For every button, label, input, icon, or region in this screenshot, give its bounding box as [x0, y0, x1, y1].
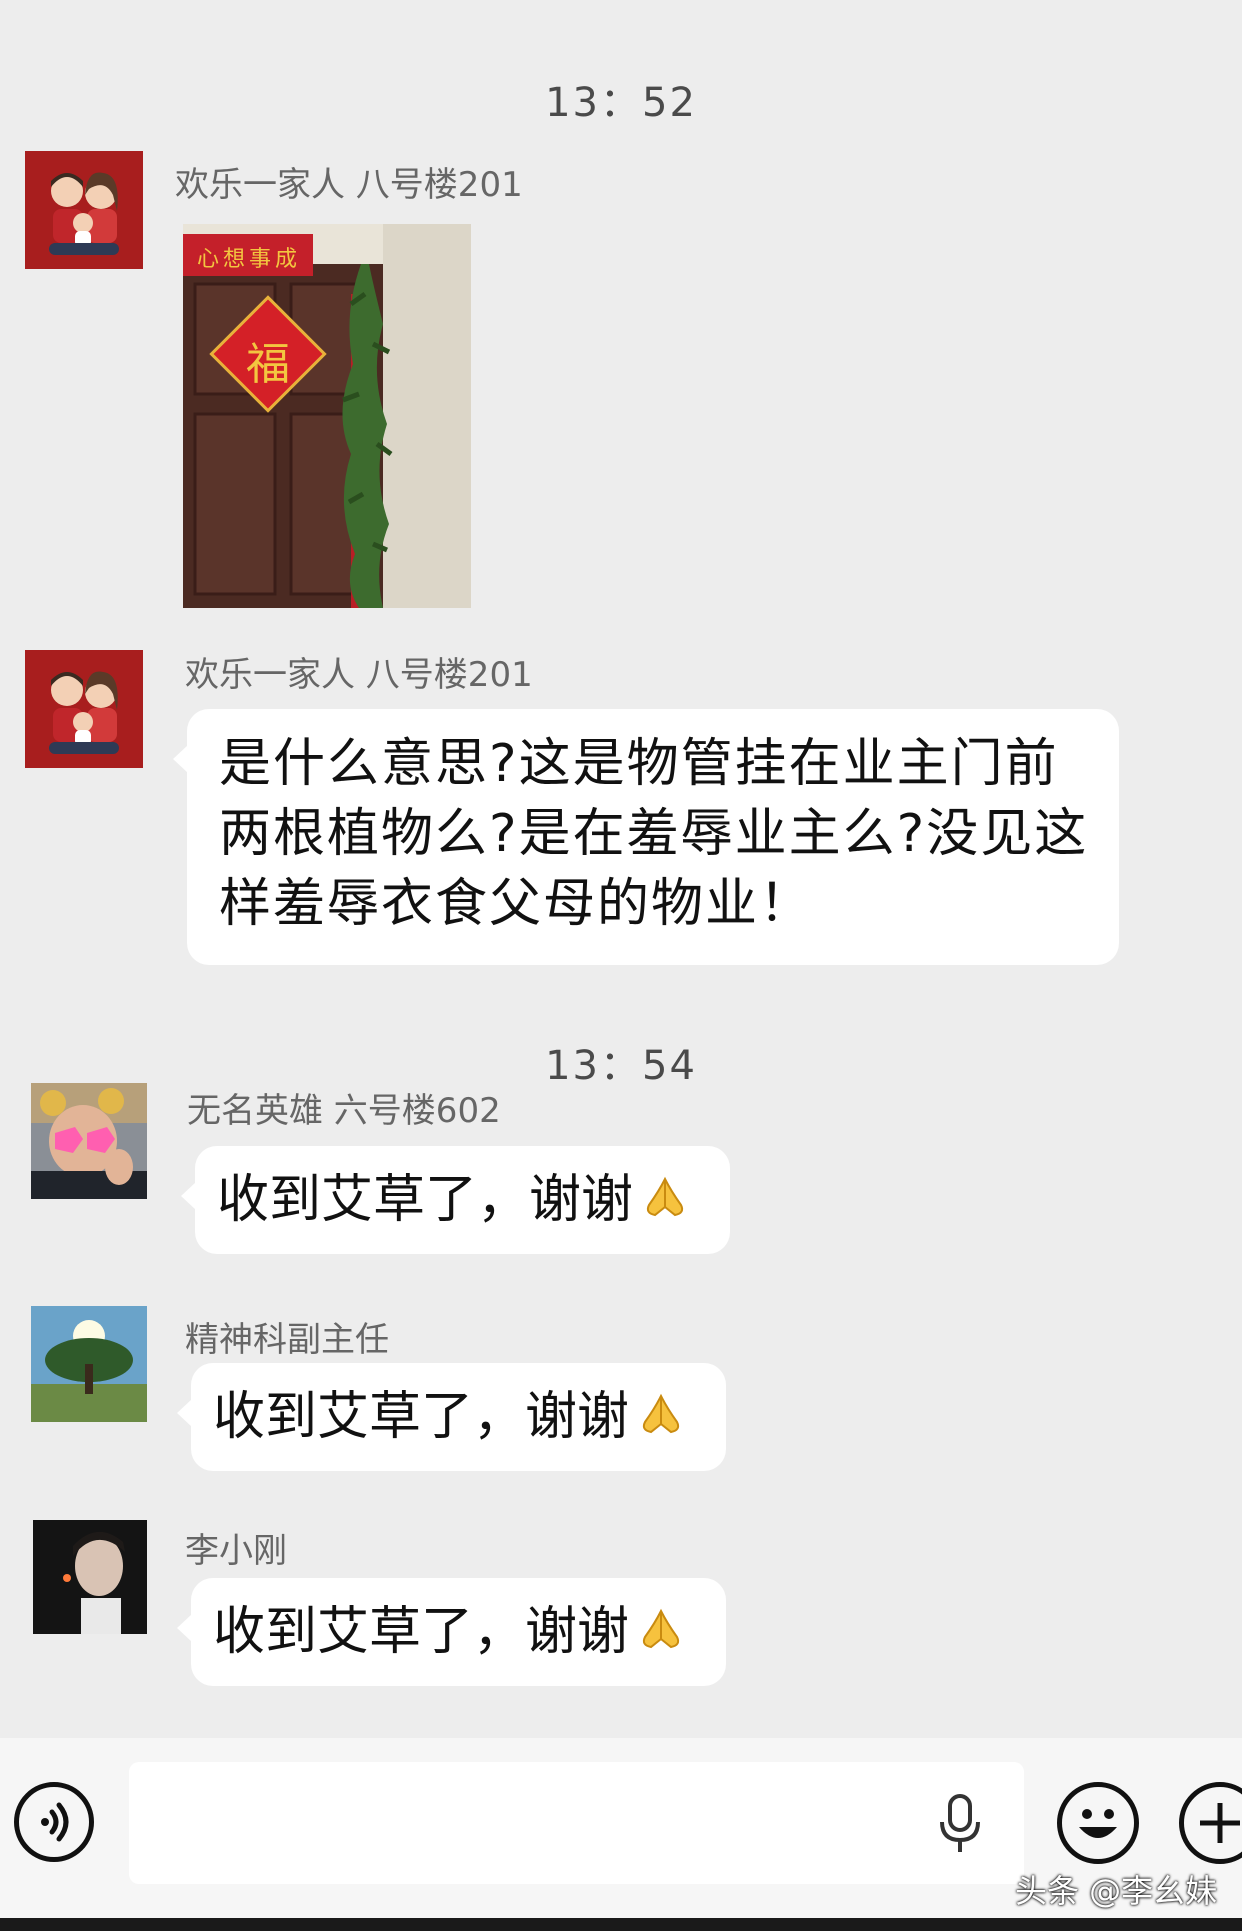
- voice-button[interactable]: [14, 1782, 94, 1862]
- avatar[interactable]: [25, 151, 143, 269]
- fu-character: 福: [246, 339, 290, 390]
- sender-name: 精神科副主任: [185, 1320, 389, 1360]
- banner-text: 心想事成: [197, 247, 302, 272]
- avatar[interactable]: [31, 1083, 147, 1199]
- message-bubble[interactable]: 收到艾草了，谢谢: [177, 1363, 726, 1471]
- message-bubble[interactable]: 是什么意思?这是物管挂在业主门前 两根植物么?是在羞辱业主么?没见这 样羞辱衣食…: [173, 709, 1119, 965]
- sender-name: 欢乐一家人 八号楼201: [185, 655, 533, 695]
- message-bubble[interactable]: 收到艾草了，谢谢: [177, 1578, 726, 1686]
- emoji-button[interactable]: [1057, 1782, 1139, 1864]
- sender-name: 李小刚: [185, 1531, 287, 1571]
- voice-icon: [41, 1802, 69, 1842]
- message-text: 收到艾草了，谢谢: [213, 1387, 630, 1447]
- pray-icon: [637, 1390, 685, 1451]
- message-bubble[interactable]: 收到艾草了，谢谢: [181, 1146, 730, 1254]
- message-text-line: 样羞辱衣食父母的物业！: [219, 874, 814, 934]
- message-text: 收到艾草了，谢谢: [213, 1602, 630, 1662]
- emoji-icon: [1079, 1809, 1117, 1838]
- plus-icon: [1200, 1803, 1240, 1843]
- message-input[interactable]: [129, 1762, 1024, 1884]
- sender-name: 无名英雄 六号楼602: [187, 1091, 501, 1131]
- message-text-line: 两根植物么?是在羞辱业主么?没见这: [219, 804, 1089, 864]
- bottom-edge: [0, 1918, 1242, 1931]
- message-text-line: 是什么意思?这是物管挂在业主门前: [219, 734, 1059, 794]
- avatar[interactable]: [31, 1306, 147, 1422]
- pray-icon: [641, 1173, 689, 1234]
- sender-name: 欢乐一家人 八号楼201: [175, 165, 523, 205]
- pray-icon: [637, 1605, 685, 1666]
- timestamp: 13：52: [545, 80, 697, 126]
- microphone-icon[interactable]: [935, 1792, 985, 1856]
- shared-photo[interactable]: 心想事成 福: [183, 224, 471, 608]
- watermark: 头条 @李幺妹: [1015, 1872, 1218, 1910]
- plus-button[interactable]: [1179, 1782, 1242, 1864]
- message-text: 收到艾草了，谢谢: [217, 1170, 634, 1230]
- message-input-field[interactable]: [141, 1782, 925, 1864]
- avatar[interactable]: [33, 1520, 147, 1634]
- avatar[interactable]: [25, 650, 143, 768]
